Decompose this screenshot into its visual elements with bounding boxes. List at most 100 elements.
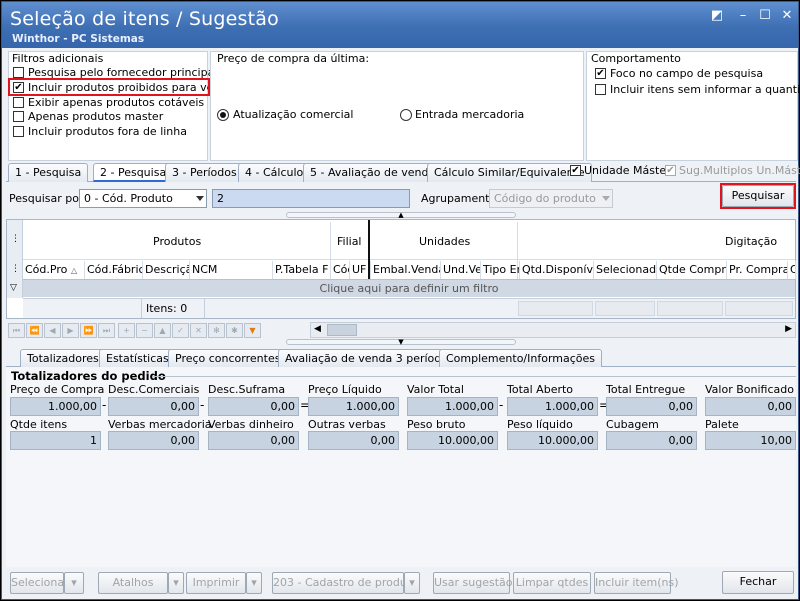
atalhos-button[interactable]: Atalhos <box>98 572 168 594</box>
row1-value-5: 1.000,00 <box>507 397 598 416</box>
column-header-11[interactable]: Selecionado <box>594 261 657 279</box>
column-header-13[interactable]: Pr. Compra <box>727 261 788 279</box>
tab-complemento[interactable]: Complemento/Informações <box>439 349 603 367</box>
incluir-itens-button[interactable]: Incluir item(ns) <box>594 572 679 594</box>
column-header-12[interactable]: Qtde Compra <box>657 261 727 279</box>
splitter-top[interactable]: ▲ <box>286 212 516 219</box>
selecionar-button[interactable]: Selecionar <box>10 572 69 594</box>
fechar-button[interactable]: Fechar <box>722 571 794 594</box>
close-icon[interactable]: ✕ <box>778 8 796 24</box>
filtro-checkbox-4[interactable] <box>13 126 24 137</box>
tab-3-periodos[interactable]: 3 - Períodos <box>165 163 244 182</box>
column-header-14[interactable]: Q <box>788 261 796 279</box>
insert-icon[interactable]: + <box>118 323 135 338</box>
tab-avaliacao-3-periodos[interactable]: Avaliação de venda 3 períodos <box>278 349 461 367</box>
usar-sugestao-button[interactable]: Usar sugestão <box>433 572 513 594</box>
radio-atualizacao[interactable] <box>217 109 229 121</box>
row1-label-2: Desc.Suframa <box>208 383 286 396</box>
column-header-2[interactable]: Descriçã <box>143 261 190 279</box>
column-header-4[interactable]: P.Tabela F <box>273 261 331 279</box>
tab-estatisticas[interactable]: Estatísticas <box>99 349 176 367</box>
column-header-10[interactable]: Qtd.Disponível <box>520 261 594 279</box>
incluir-sem-qtd-checkbox[interactable] <box>595 84 606 95</box>
column-header-1[interactable]: Cód.Fábric <box>85 261 143 279</box>
prev-page-icon[interactable]: ⏪ <box>26 323 43 338</box>
delete-icon[interactable]: − <box>136 323 153 338</box>
window-title: Seleção de itens / Sugestão <box>10 8 279 30</box>
bookmark-icon[interactable]: ✱ <box>226 323 243 338</box>
column-chooser-icon[interactable]: ⋮ <box>11 264 20 274</box>
radio-atualizacao-label: Atualização comercial <box>233 108 354 121</box>
last-record-icon[interactable]: ⏭ <box>98 323 115 338</box>
pesquisar-por-select[interactable]: 0 - Cód. Produto <box>79 189 207 208</box>
edit-icon[interactable]: ▲ <box>154 323 171 338</box>
column-header-8[interactable]: Und.Ve <box>441 261 481 279</box>
pesquisar-por-label: Pesquisar por <box>9 192 84 205</box>
scroll-thumb[interactable] <box>327 324 357 336</box>
filter-icon[interactable]: ▽ <box>10 283 17 293</box>
unidade-master-checkbox[interactable]: ✔ <box>570 165 581 176</box>
cancel-icon[interactable]: ✕ <box>190 323 207 338</box>
first-record-icon[interactable]: ⏮ <box>8 323 25 338</box>
radio-entrada-label: Entrada mercadoria <box>415 108 525 121</box>
tab-preco-concorrentes[interactable]: Preço concorrentes <box>168 349 288 367</box>
filter-hint-row[interactable]: Clique aqui para definir um filtro <box>23 279 795 297</box>
tab-totalizadores[interactable]: Totalizadores <box>20 349 106 367</box>
chevron-down-icon <box>602 196 610 201</box>
chevron-down-icon: ▾ <box>409 576 415 589</box>
radio-entrada[interactable] <box>400 109 412 121</box>
tab-calculo-similar[interactable]: Cálculo Similar/Equivalente <box>427 163 592 182</box>
tab-5-avaliacao[interactable]: 5 - Avaliação de venda <box>303 163 443 182</box>
filtro-checkbox-2[interactable] <box>13 97 24 108</box>
products-grid: ⋮ ⋮ ▽ Produtos Filial Unidades Digitação… <box>6 219 796 319</box>
search-input[interactable]: 2 <box>212 189 410 208</box>
column-header-3[interactable]: NCM <box>190 261 273 279</box>
filtros-title: Filtros adicionais <box>12 52 104 65</box>
next-record-icon[interactable]: ▶ <box>62 323 79 338</box>
sug-multiplos-checkbox[interactable]: ✔ <box>665 165 676 176</box>
tab-2-pesquisa[interactable]: 2 - Pesquisa <box>93 163 174 182</box>
column-header-7[interactable]: Embal.Venda <box>371 261 441 279</box>
filtro-checkbox-3[interactable] <box>13 111 24 122</box>
minimize-icon[interactable]: – <box>734 8 752 24</box>
column-header-9[interactable]: Tipo Er <box>481 261 520 279</box>
filter-icon[interactable]: ▼ <box>244 323 261 338</box>
grid-footer: Itens: 0 <box>23 298 795 318</box>
tab-4-calculo[interactable]: 4 - Cálculo <box>238 163 311 182</box>
imprimir-button[interactable]: Imprimir <box>186 572 246 594</box>
horizontal-scrollbar[interactable]: ◀ ▶ <box>310 322 796 338</box>
filtro-checkbox-0[interactable] <box>13 67 24 78</box>
splitter-bottom[interactable]: ▼ <box>286 339 516 346</box>
refresh-icon[interactable]: ✻ <box>208 323 225 338</box>
foco-checkbox[interactable]: ✔ <box>595 68 606 79</box>
atalhos-dropdown[interactable]: ▾ <box>168 572 184 594</box>
row1-operator-4: - <box>499 398 504 412</box>
row1-value-4: 1.000,00 <box>407 397 498 416</box>
selecionar-dropdown[interactable]: ▾ <box>64 572 84 594</box>
pin-icon[interactable]: ◩ <box>708 8 726 24</box>
limpar-qtdes-button[interactable]: Limpar qtdes <box>513 572 591 594</box>
scroll-left-icon[interactable]: ◀ <box>314 324 321 334</box>
row2-value-6: 0,00 <box>606 431 697 450</box>
highlight-pesquisar <box>720 183 796 209</box>
cadastro-dropdown[interactable]: ▾ <box>404 572 420 594</box>
scroll-right-icon[interactable]: ▶ <box>785 324 792 334</box>
tab-1-pesquisa[interactable]: 1 - Pesquisa <box>8 163 89 182</box>
totalizadores-rule <box>152 376 796 377</box>
column-header-6[interactable]: UF <box>350 261 371 279</box>
column-header-5[interactable]: Cód <box>331 261 350 279</box>
row1-label-1: Desc.Comerciais <box>108 383 200 396</box>
row2-value-3: 0,00 <box>308 431 399 450</box>
imprimir-dropdown[interactable]: ▾ <box>246 572 262 594</box>
window-subtitle: Winthor - PC Sistemas <box>12 33 145 45</box>
preco-group <box>210 51 584 161</box>
next-page-icon[interactable]: ⏩ <box>80 323 97 338</box>
column-chooser-icon[interactable]: ⋮ <box>11 234 20 244</box>
post-icon[interactable]: ✓ <box>172 323 189 338</box>
cadastro-button[interactable]: 203 - Cadastro de produto <box>272 572 418 594</box>
pesquisar-por-value: 0 - Cód. Produto <box>84 192 173 205</box>
agrupamento-select[interactable]: Código do produto <box>489 189 613 208</box>
row1-value-0: 1.000,00 <box>10 397 101 416</box>
prev-record-icon[interactable]: ◀ <box>44 323 61 338</box>
maximize-icon[interactable]: ☐ <box>756 8 774 24</box>
